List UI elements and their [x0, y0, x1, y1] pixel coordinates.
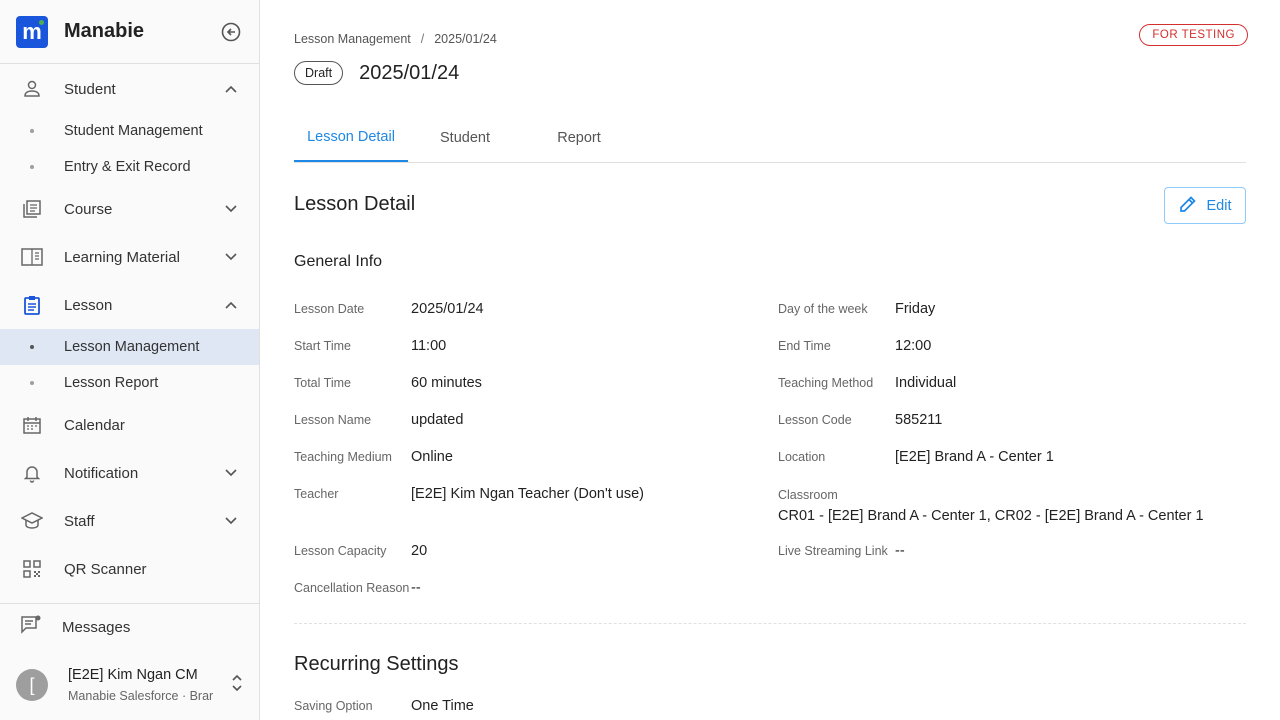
sidebar-item-label: Staff: [64, 512, 95, 530]
bullet-icon: [30, 165, 34, 169]
unfold-icon: [231, 674, 243, 697]
account-switcher[interactable]: [ [E2E] Kim Ngan CM Manabie Salesforce ·…: [0, 650, 259, 720]
book-open-icon: [20, 245, 44, 269]
sidebar-item-label: Learning Material: [64, 248, 180, 266]
bullet-icon: [30, 381, 34, 385]
sidebar: m Manabie Student Student Management Ent…: [0, 0, 260, 720]
main-content: Lesson Management / 2025/01/24 FOR TESTI…: [294, 0, 1248, 720]
sidebar-item-label: Calendar: [64, 416, 125, 434]
sidebar-bottom: Messages [ [E2E] Kim Ngan CM Manabie Sal…: [0, 603, 259, 720]
sidebar-item-course[interactable]: Course: [0, 185, 259, 233]
account-name: [E2E] Kim Ngan CM: [68, 667, 198, 683]
chevron-down-icon: [223, 201, 239, 217]
sidebar-item-student[interactable]: Student: [0, 65, 259, 113]
field-total-time: Total Time 60 minutes: [294, 375, 482, 391]
field-saving-option: Saving Option One Time: [294, 698, 474, 714]
chevron-down-icon: [223, 465, 239, 481]
status-badge: Draft: [294, 61, 344, 85]
account-org: Manabie Salesforce · Brar: [68, 689, 214, 703]
calendar-icon: [20, 413, 44, 437]
sidebar-item-label: QR Scanner: [64, 560, 147, 578]
section-divider: [294, 623, 1246, 624]
field-live-streaming-link: Live Streaming Link --: [778, 543, 905, 559]
tab-report[interactable]: Report: [522, 114, 636, 162]
sidebar-item-learning-material[interactable]: Learning Material: [0, 233, 259, 281]
sidebar-item-staff[interactable]: Staff: [0, 497, 259, 545]
pencil-icon: [1179, 195, 1197, 217]
sidebar-item-entry-exit-record[interactable]: Entry & Exit Record: [0, 149, 259, 185]
field-start-time: Start Time 11:00: [294, 338, 447, 354]
title-row: Draft 2025/01/24: [294, 61, 459, 85]
field-location: Location [E2E] Brand A - Center 1: [778, 449, 1054, 465]
avatar: [: [16, 669, 48, 701]
field-end-time: End Time 12:00: [778, 338, 932, 354]
tab-student[interactable]: Student: [408, 114, 522, 162]
field-teaching-medium: Teaching Medium Online: [294, 449, 453, 465]
breadcrumb-current: 2025/01/24: [434, 32, 497, 46]
recurring-settings-heading: Recurring Settings: [294, 653, 459, 675]
chevron-down-icon: [223, 513, 239, 529]
person-icon: [20, 77, 44, 101]
collapse-sidebar-icon[interactable]: [219, 20, 243, 44]
breadcrumb-lesson-management-link[interactable]: Lesson Management: [294, 32, 411, 46]
tabs: Lesson Detail Student Report: [294, 114, 1246, 163]
sidebar-item-label: Course: [64, 200, 113, 218]
field-cancellation-reason: Cancellation Reason --: [294, 580, 421, 596]
sidebar-item-qr-scanner[interactable]: QR Scanner: [0, 545, 259, 593]
sidebar-item-label: Lesson: [64, 296, 113, 314]
sidebar-nav: Student Student Management Entry & Exit …: [0, 65, 259, 593]
general-info-heading: General Info: [294, 253, 383, 270]
sidebar-item-label: Student: [64, 80, 116, 98]
app-name: Manabie: [64, 20, 145, 42]
field-classroom: Classroom CR01 - [E2E] Brand A - Center …: [778, 488, 1204, 524]
qr-code-icon: [20, 557, 44, 581]
field-lesson-name: Lesson Name updated: [294, 412, 464, 428]
bell-icon: [20, 461, 44, 485]
brand-header: m Manabie: [0, 0, 259, 64]
bullet-icon: [30, 345, 34, 349]
breadcrumb-separator: /: [420, 32, 425, 46]
sidebar-item-label: Messages: [62, 618, 131, 636]
sidebar-item-lesson-management[interactable]: Lesson Management: [0, 329, 259, 365]
edit-button-label: Edit: [1206, 197, 1232, 214]
field-lesson-code: Lesson Code 585211: [778, 412, 943, 428]
manabie-logo: m: [16, 15, 48, 48]
bullet-icon: [30, 129, 34, 133]
field-day-of-week: Day of the week Friday: [778, 301, 936, 317]
sidebar-item-messages[interactable]: Messages: [0, 604, 259, 650]
breadcrumb: Lesson Management / 2025/01/24: [294, 32, 497, 46]
library-books-icon: [20, 197, 44, 221]
clipboard-icon: [20, 293, 44, 317]
tab-lesson-detail[interactable]: Lesson Detail: [294, 114, 408, 162]
field-teaching-method: Teaching Method Individual: [778, 375, 957, 391]
edit-button[interactable]: Edit: [1164, 187, 1246, 224]
sidebar-item-lesson-report[interactable]: Lesson Report: [0, 365, 259, 401]
school-cap-icon: [20, 509, 44, 533]
field-lesson-date: Lesson Date 2025/01/24: [294, 301, 484, 317]
field-lesson-capacity: Lesson Capacity 20: [294, 543, 428, 559]
sidebar-item-calendar[interactable]: Calendar: [0, 401, 259, 449]
chevron-up-icon: [223, 81, 239, 97]
sidebar-item-label: Notification: [64, 464, 139, 482]
chat-icon: [20, 615, 42, 640]
field-teacher: Teacher [E2E] Kim Ngan Teacher (Don't us…: [294, 486, 644, 502]
for-testing-badge: FOR TESTING: [1139, 24, 1248, 46]
lesson-detail-heading: Lesson Detail: [294, 193, 416, 215]
page-title: 2025/01/24: [359, 61, 460, 84]
chevron-up-icon: [223, 297, 239, 313]
sidebar-item-notification[interactable]: Notification: [0, 449, 259, 497]
sidebar-item-lesson[interactable]: Lesson: [0, 281, 259, 329]
sidebar-item-student-management[interactable]: Student Management: [0, 113, 259, 149]
chevron-down-icon: [223, 249, 239, 265]
